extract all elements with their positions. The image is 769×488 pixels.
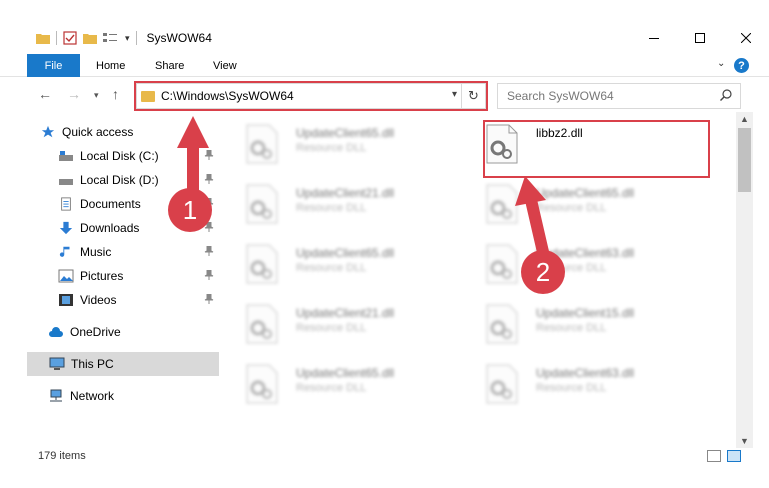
explorer-window: ▾ SysWOW64 File Home Share View ⌄ ? ← → …: [0, 0, 769, 488]
arrow-to-file: [515, 176, 549, 258]
step-badge-1: 1: [168, 188, 212, 232]
arrow-to-address-bar: [177, 116, 209, 196]
step-badge-2: 2: [521, 250, 565, 294]
annotation-arrows: [177, 116, 549, 258]
